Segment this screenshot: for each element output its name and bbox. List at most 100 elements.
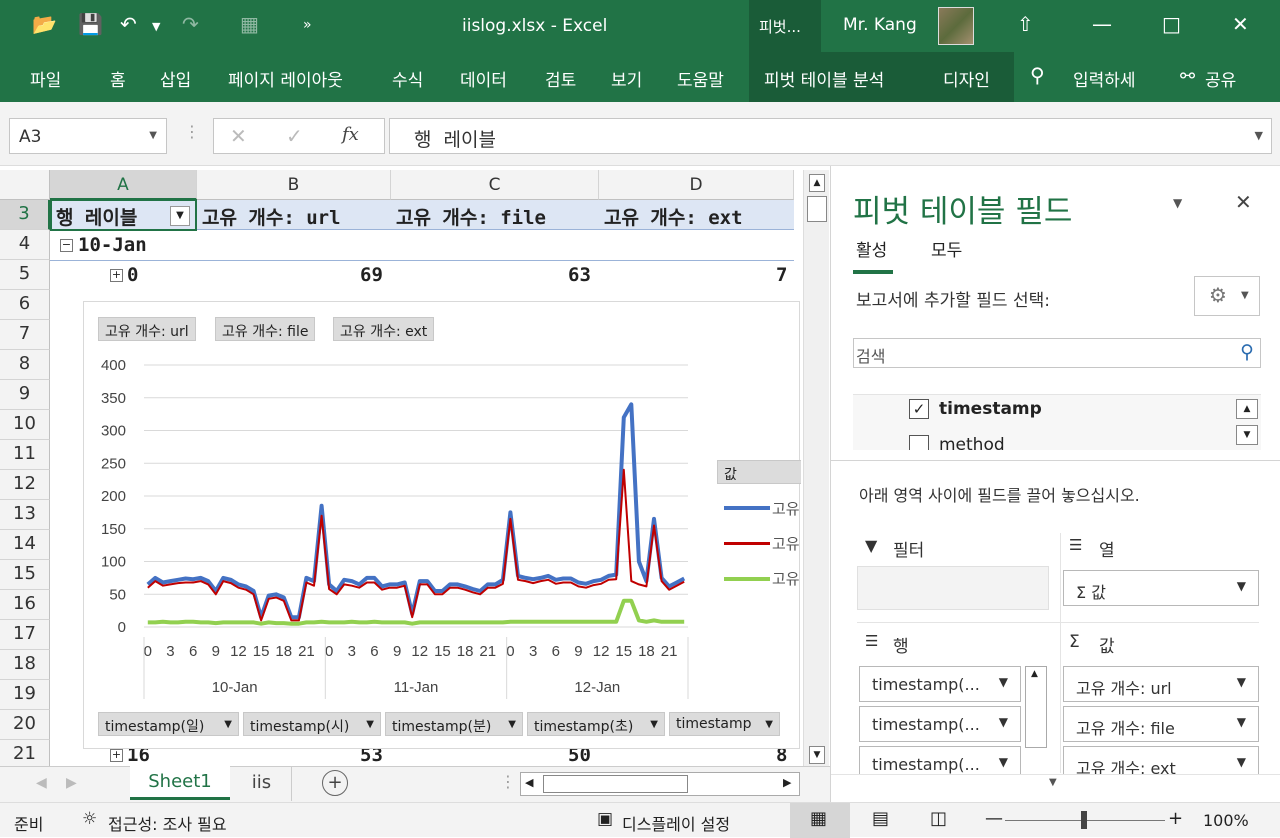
row-header[interactable]: 13 (0, 500, 50, 530)
row-header[interactable]: 17 (0, 620, 50, 650)
row-header[interactable]: 6 (0, 290, 50, 320)
axis-field-button-hour[interactable]: timestamp(시) ▼ (243, 712, 381, 736)
chevron-down-icon[interactable]: ▼ (508, 719, 516, 730)
row-header[interactable]: 8 (0, 350, 50, 380)
expand-formula-icon[interactable]: ▼ (1255, 129, 1263, 142)
expand-icon[interactable]: + (110, 749, 123, 762)
chevron-down-icon[interactable]: ▼ (650, 719, 658, 730)
page-break-view-icon[interactable]: ◫ (930, 808, 947, 829)
tab-page-layout[interactable]: 페이지 레이아웃 (228, 66, 343, 91)
tab-pivottable-analyze[interactable]: 피벗 테이블 분석 (764, 66, 884, 91)
cell-a4[interactable]: 10-Jan (78, 234, 147, 256)
cell-c3[interactable]: 고유 개수: file (396, 203, 546, 230)
avatar[interactable] (938, 7, 974, 45)
user-name[interactable]: Mr. Kang (843, 15, 917, 35)
search-box[interactable]: 검색 ⚲ (853, 338, 1261, 368)
minimize-icon[interactable]: — (1092, 12, 1112, 36)
tab-data[interactable]: 데이터 (460, 66, 507, 91)
undo-icon[interactable]: ↶ (120, 12, 137, 36)
field-method[interactable]: method (939, 435, 1005, 450)
tab-view[interactable]: 보기 (611, 66, 642, 91)
scroll-down-icon[interactable]: ▼ (809, 746, 825, 764)
cell-b5[interactable]: 69 (360, 264, 383, 286)
row-header[interactable]: 3 (0, 200, 50, 230)
zoom-level[interactable]: 100% (1203, 811, 1249, 830)
scroll-right-icon[interactable]: ▶ (783, 776, 791, 789)
row-field-2[interactable]: timestamp(... ▼ (859, 706, 1021, 742)
ribbon-display-icon[interactable]: ⇧ (1017, 12, 1034, 36)
cell-a5[interactable]: 0 (127, 264, 138, 286)
open-folder-icon[interactable]: 📂 (32, 12, 57, 36)
row-header[interactable]: 5 (0, 260, 50, 290)
row-field-1[interactable]: timestamp(... ▼ (859, 666, 1021, 702)
row-header[interactable]: 4 (0, 230, 50, 260)
cell-d5[interactable]: 7 (776, 264, 787, 286)
accessibility-icon[interactable]: ☼ (82, 809, 97, 829)
column-header-a[interactable]: A (50, 170, 197, 200)
zoom-in-icon[interactable]: + (1168, 808, 1183, 829)
scroll-left-icon[interactable]: ◀ (525, 776, 533, 789)
row-header[interactable]: 15 (0, 560, 50, 590)
expand-icon[interactable]: + (110, 269, 123, 282)
chevron-down-icon[interactable]: ▼ (366, 719, 374, 730)
row-header[interactable]: 19 (0, 680, 50, 710)
filter-drop-zone[interactable] (857, 566, 1049, 610)
splitter-dots-icon[interactable]: ⋮ (500, 772, 516, 791)
legend-title[interactable]: 값 (717, 460, 801, 484)
field-timestamp[interactable]: timestamp (939, 399, 1042, 419)
scroll-up-icon[interactable]: ▲ (1031, 669, 1038, 679)
column-header-d[interactable]: D (599, 170, 794, 200)
cancel-icon[interactable]: ✕ (230, 124, 247, 148)
tab-file[interactable]: 파일 (30, 66, 61, 91)
share-user-icon[interactable]: ⚯ (1180, 66, 1195, 87)
column-field-values[interactable]: Σ 값 ▼ (1063, 570, 1259, 606)
scroll-up-icon[interactable]: ▲ (809, 174, 825, 192)
select-all-corner[interactable] (0, 170, 50, 200)
cell-c5[interactable]: 63 (568, 264, 591, 286)
chevron-down-icon[interactable]: ▼ (224, 719, 232, 730)
more-commands-icon[interactable]: » (303, 17, 312, 33)
row-header[interactable]: 10 (0, 410, 50, 440)
accessibility-status[interactable]: 접근성: 조사 필요 (108, 811, 227, 835)
share-button[interactable]: 공유 (1205, 66, 1236, 91)
column-header-b[interactable]: B (197, 170, 391, 200)
scroll-thumb[interactable] (543, 775, 688, 793)
axis-field-button-minute[interactable]: timestamp(분) ▼ (385, 712, 523, 736)
add-sheet-icon[interactable]: + (322, 770, 348, 796)
tab-insert[interactable]: 삽입 (160, 66, 191, 91)
chevron-down-icon[interactable]: ▼ (149, 130, 157, 141)
row-header[interactable]: 16 (0, 590, 50, 620)
checkbox-unchecked-icon[interactable] (909, 435, 929, 450)
cell-b3[interactable]: 고유 개수: url (202, 203, 341, 230)
rows-scrollbar[interactable]: ▲ (1025, 666, 1047, 748)
chevron-down-icon[interactable]: ▼ (1049, 777, 1057, 788)
display-settings[interactable]: 디스플레이 설정 (622, 811, 730, 835)
checkbox-checked-icon[interactable]: ✓ (909, 399, 929, 419)
maximize-icon[interactable]: □ (1162, 12, 1181, 36)
scroll-thumb[interactable] (807, 196, 827, 222)
row-header[interactable]: 11 (0, 440, 50, 470)
axis-field-button-day[interactable]: timestamp(일) ▼ (98, 712, 239, 736)
prev-sheet-icon[interactable]: ◀ (36, 775, 47, 791)
next-sheet-icon[interactable]: ▶ (66, 775, 77, 791)
scroll-down-icon[interactable]: ▼ (1236, 425, 1258, 445)
value-field-1[interactable]: 고유 개수: url ▼ (1063, 666, 1259, 702)
row-header[interactable]: 9 (0, 380, 50, 410)
tell-me-box[interactable]: 입력하세 (1073, 66, 1136, 91)
insert-function-icon[interactable]: fx (342, 124, 359, 145)
close-icon[interactable]: ✕ (1235, 190, 1252, 214)
close-icon[interactable]: ✕ (1232, 12, 1249, 36)
tab-help[interactable]: 도움말 (677, 66, 724, 91)
tab-active[interactable]: 활성 (856, 236, 887, 261)
cell-d3[interactable]: 고유 개수: ext (604, 203, 743, 230)
cell-a3[interactable]: 행 레이블 (56, 203, 137, 230)
filter-dropdown-icon[interactable]: ▼ (170, 206, 190, 226)
column-header-c[interactable]: C (391, 170, 599, 200)
zoom-out-icon[interactable]: — (985, 808, 1003, 829)
collapse-icon[interactable]: − (60, 239, 73, 252)
splitter-dots-icon[interactable]: ⋮ (184, 122, 200, 141)
row-header[interactable]: 7 (0, 320, 50, 350)
tools-button[interactable]: ⚙ ▼ (1194, 276, 1260, 316)
tab-formulas[interactable]: 수식 (392, 66, 423, 91)
sheet-tab-sheet1[interactable]: Sheet1 (130, 766, 230, 800)
